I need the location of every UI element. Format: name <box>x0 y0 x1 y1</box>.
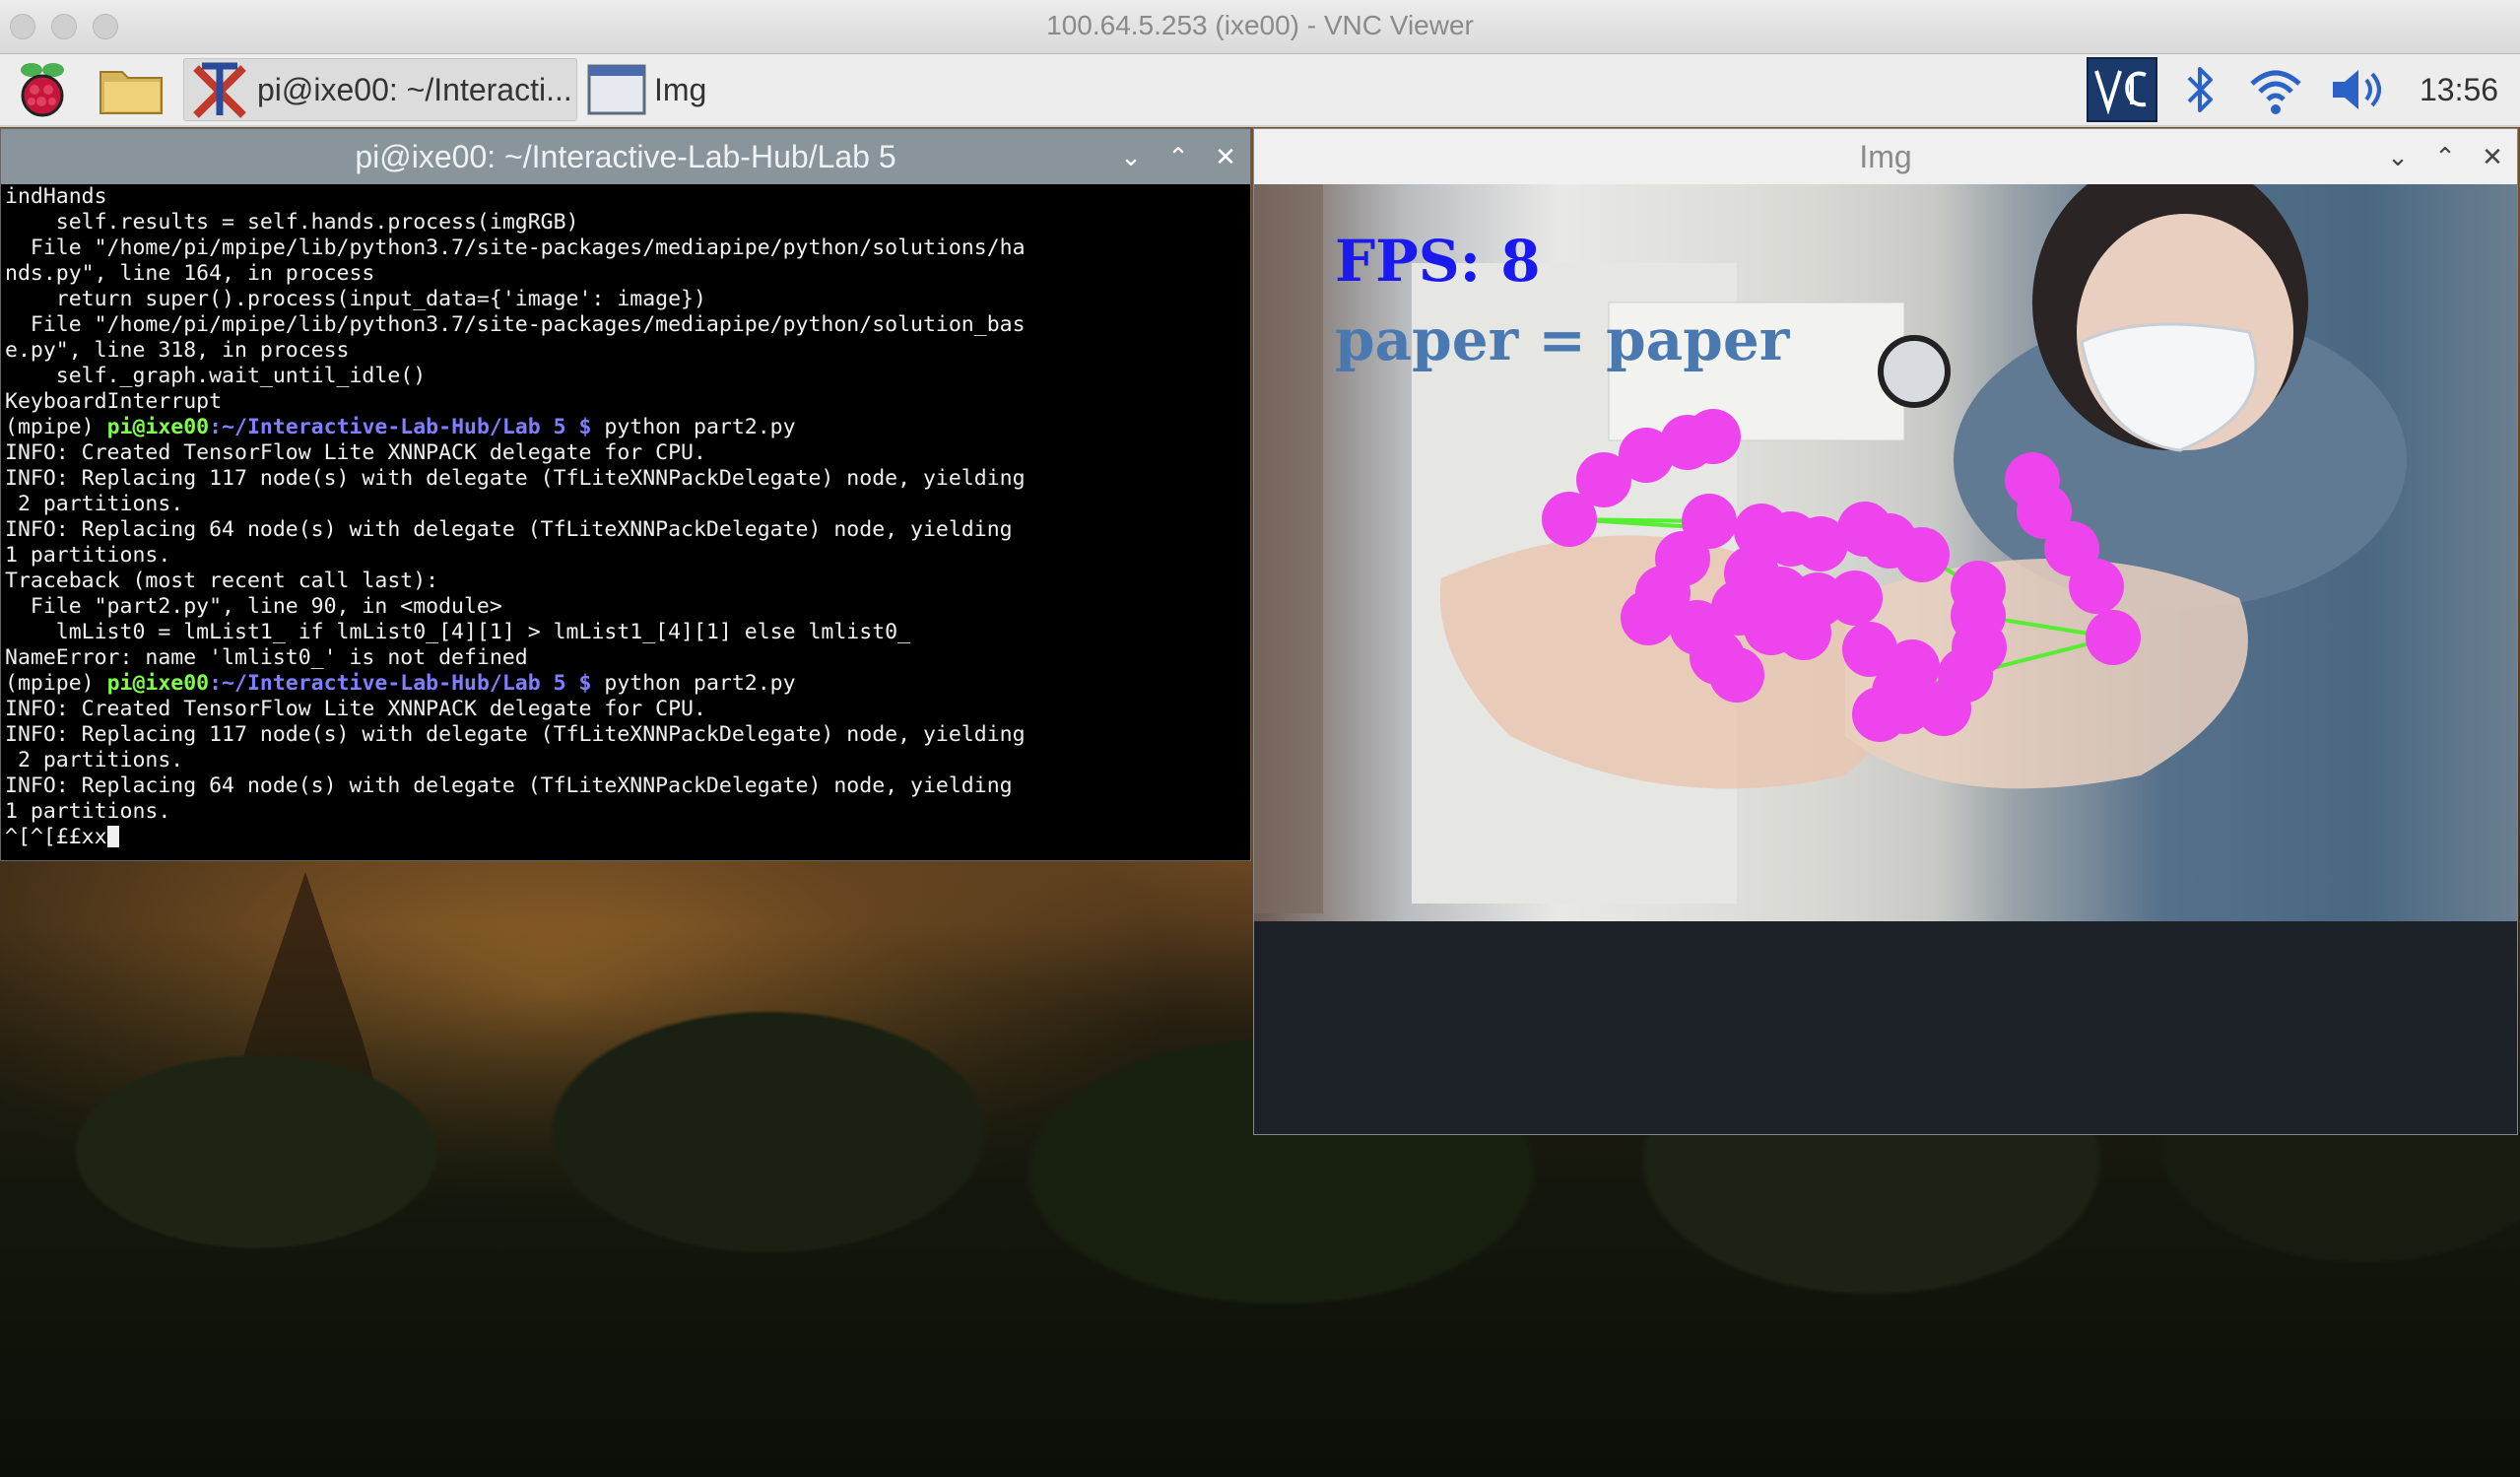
landmark-point <box>1827 571 1883 626</box>
terminal-line: File "/home/pi/mpipe/lib/python3.7/site-… <box>5 312 1026 337</box>
terminal-output[interactable]: indHands self.results = self.hands.proce… <box>1 184 1250 860</box>
hand-tracking-overlay: FPS: 8 paper = paper <box>1254 184 2517 1134</box>
landmark-point <box>2086 610 2141 665</box>
terminal-line: e.py", line 318, in process <box>5 338 350 363</box>
gesture-label: paper = paper <box>1335 306 1791 373</box>
terminal-line: INFO: Replacing 64 node(s) with delegate… <box>5 773 1013 798</box>
terminal-line: 1 partitions. <box>5 799 171 824</box>
terminal-line: 1 partitions. <box>5 543 171 568</box>
scene-clock <box>1878 335 1951 408</box>
img-window: Img ⌄ ⌃ ✕ FPS: 8 paper = paper <box>1253 128 2518 1135</box>
camera-feed: FPS: 8 paper = paper <box>1254 184 2517 1134</box>
terminal-window-titlebar[interactable]: pi@ixe00: ~/Interactive-Lab-Hub/Lab 5 ⌄ … <box>1 129 1250 184</box>
terminal-window-title: pi@ixe00: ~/Interactive-Lab-Hub/Lab 5 <box>355 138 896 174</box>
system-tray: 13:56 <box>2087 54 2498 125</box>
terminal-prompt-line: (mpipe) pi@ixe00:~/Interactive-Lab-Hub/L… <box>5 415 796 439</box>
window-icon <box>587 64 646 115</box>
terminal-line: lmList0 = lmList1_ if lmList0_[4][1] > l… <box>5 620 911 644</box>
terminal-line: File "part2.py", line 90, in <module> <box>5 594 502 619</box>
raspberry-icon <box>21 63 64 117</box>
fps-label: FPS: 8 <box>1335 228 1541 295</box>
terminal-line: INFO: Created TensorFlow Lite XNNPACK de… <box>5 440 706 465</box>
taskbar-task-img[interactable]: Img <box>583 58 977 121</box>
terminal-x-icon <box>193 62 246 118</box>
vnc-viewer-title: 100.64.5.253 (ixe00) - VNC Viewer <box>1046 10 1474 40</box>
chevron-up-icon[interactable]: ⌃ <box>1167 144 1189 169</box>
terminal-line: KeyboardInterrupt <box>5 389 223 414</box>
file-manager-button[interactable] <box>93 58 169 121</box>
close-icon[interactable]: ✕ <box>2482 144 2503 169</box>
raspberry-menu-button[interactable] <box>8 58 77 121</box>
landmark-point <box>1621 590 1676 645</box>
terminal-block-3: INFO: Created TensorFlow Lite XNNPACK de… <box>1 697 1250 825</box>
terminal-line: INFO: Created TensorFlow Lite XNNPACK de… <box>5 697 706 721</box>
terminal-line: self.results = self.hands.process(imgRGB… <box>5 210 579 235</box>
scene-table <box>1254 921 2517 1134</box>
terminal-line: INFO: Replacing 64 node(s) with delegate… <box>5 517 1013 542</box>
img-window-titlebar[interactable]: Img ⌄ ⌃ ✕ <box>1254 129 2517 184</box>
landmark-point <box>1872 664 1927 719</box>
scene-wall <box>1254 184 1323 913</box>
chevron-up-icon[interactable]: ⌃ <box>2434 144 2456 169</box>
terminal-line: indHands <box>5 184 107 209</box>
landmark-point <box>1686 409 1741 464</box>
terminal-line: 2 partitions. <box>5 492 184 516</box>
terminal-line: INFO: Replacing 117 node(s) with delegat… <box>5 466 1026 491</box>
terminal-line: File "/home/pi/mpipe/lib/python3.7/site-… <box>5 235 1026 260</box>
close-icon[interactable]: ✕ <box>1215 144 1236 169</box>
landmark-point <box>1894 527 1950 582</box>
folder-icon <box>99 71 163 114</box>
landmark-point <box>1776 605 1831 660</box>
taskbar-task-terminal-label: pi@ixe00: ~/Interacti... <box>257 71 572 107</box>
taskbar-task-img-label: Img <box>654 71 707 107</box>
img-window-title: Img <box>1859 138 1912 174</box>
clock: 13:56 <box>2420 71 2499 107</box>
terminal-line: 2 partitions. <box>5 748 184 772</box>
landmark-point <box>1709 647 1764 703</box>
terminal-input-line[interactable]: ^[^[££xx <box>1 825 1250 850</box>
terminal-block-1: indHands self.results = self.hands.proce… <box>1 184 1250 415</box>
terminal-window: pi@ixe00: ~/Interactive-Lab-Hub/Lab 5 ⌄ … <box>0 128 1251 861</box>
text-cursor <box>106 826 119 847</box>
chevron-down-icon[interactable]: ⌄ <box>1120 144 1142 169</box>
terminal-line: Traceback (most recent call last): <box>5 569 439 593</box>
taskbar-task-terminal[interactable]: pi@ixe00: ~/Interacti... <box>183 58 577 121</box>
terminal-prompt-line-2: (mpipe) pi@ixe00:~/Interactive-Lab-Hub/L… <box>5 671 796 696</box>
terminal-block-2: INFO: Created TensorFlow Lite XNNPACK de… <box>1 440 1250 671</box>
vnc-viewer-titlebar: 100.64.5.253 (ixe00) - VNC Viewer <box>0 0 2520 54</box>
vnc-icon[interactable] <box>2087 57 2157 122</box>
terminal-line: return super().process(input_data={'imag… <box>5 287 706 311</box>
terminal-line: INFO: Replacing 117 node(s) with delegat… <box>5 722 1026 747</box>
terminal-line: self._graph.wait_until_idle() <box>5 364 427 388</box>
terminal-line: NameError: name 'lmlist0_' is not define… <box>5 645 528 670</box>
landmark-point <box>1952 620 2007 675</box>
volume-icon[interactable] <box>2327 60 2386 119</box>
wifi-icon[interactable] <box>2248 60 2303 119</box>
taskbar: pi@ixe00: ~/Interacti... Img 13:56 <box>0 54 2520 127</box>
bluetooth-icon[interactable] <box>2181 60 2221 119</box>
terminal-line: nds.py", line 164, in process <box>5 261 375 286</box>
landmark-point <box>2069 559 2124 614</box>
chevron-down-icon[interactable]: ⌄ <box>2387 144 2409 169</box>
